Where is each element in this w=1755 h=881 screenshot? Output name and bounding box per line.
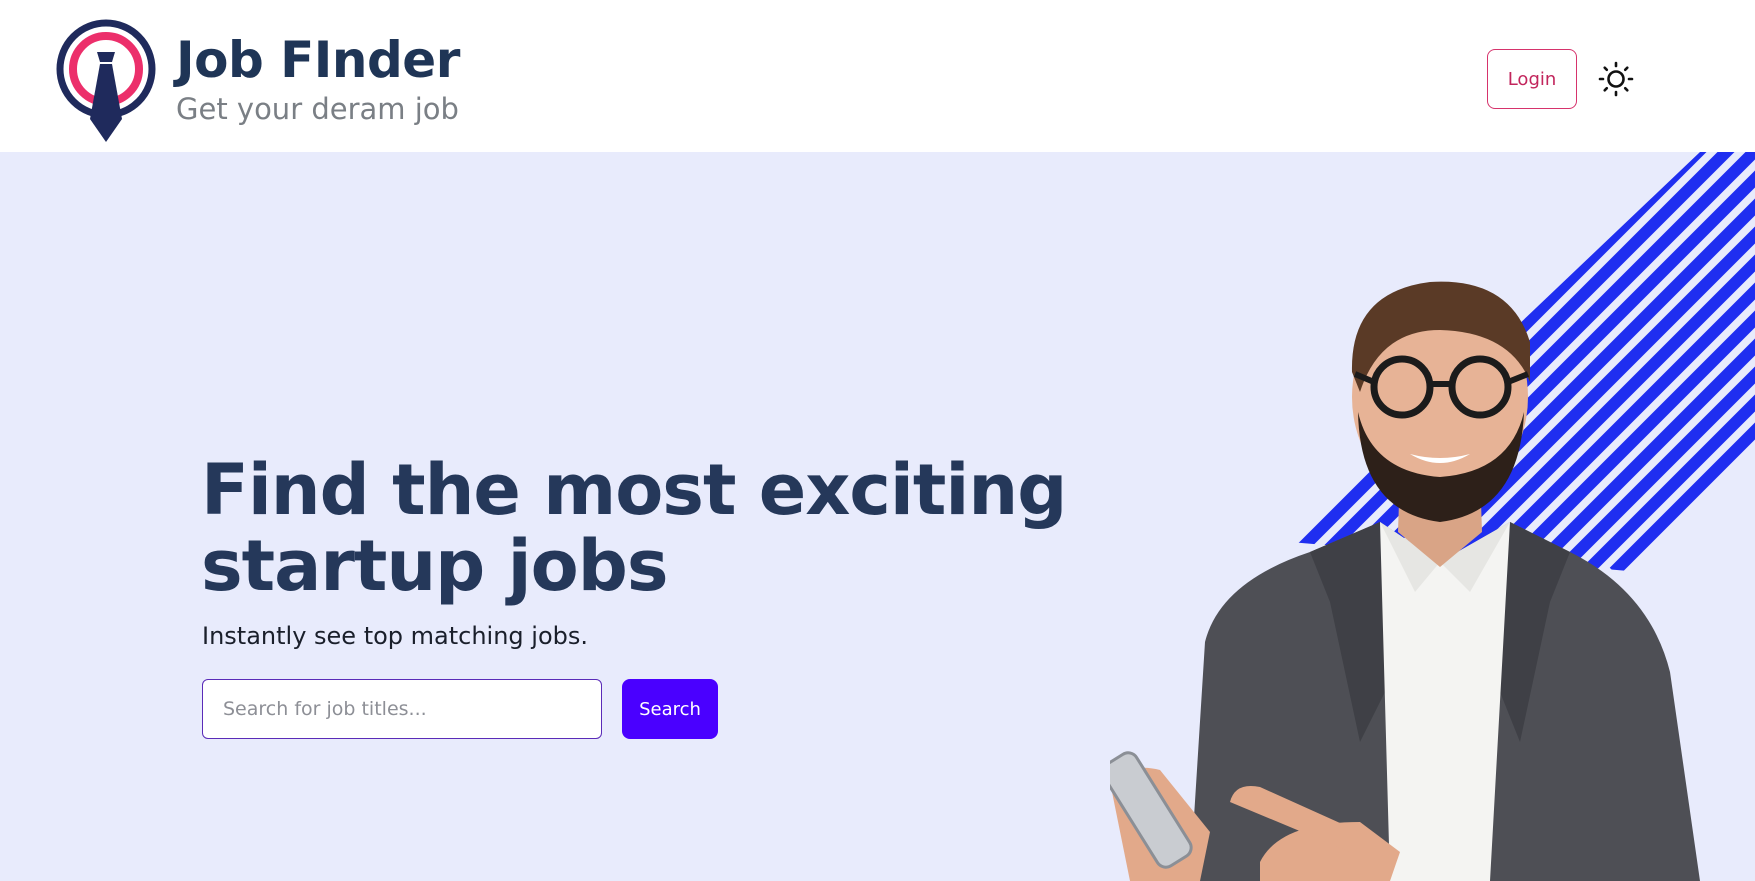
brand-logo[interactable]: Job FInder Get your deram job xyxy=(56,14,460,144)
login-button[interactable]: Login xyxy=(1487,49,1577,109)
sun-icon xyxy=(1598,61,1634,97)
logo-icon xyxy=(56,19,156,142)
hero-subline: Instantly see top matching jobs. xyxy=(202,622,589,650)
search-button[interactable]: Search xyxy=(622,679,718,739)
brand-subtitle: Get your deram job xyxy=(176,92,459,126)
brand-title: Job FInder xyxy=(176,31,460,89)
hero-headline: Find the most exciting startup jobs xyxy=(201,449,1067,607)
job-search-input[interactable] xyxy=(202,679,602,739)
site-header: Job FInder Get your deram job Login xyxy=(0,0,1755,152)
hero-section: Find the most exciting startup jobs Inst… xyxy=(0,152,1755,881)
hero-person-image xyxy=(1110,281,1700,881)
theme-toggle[interactable] xyxy=(1596,59,1636,99)
